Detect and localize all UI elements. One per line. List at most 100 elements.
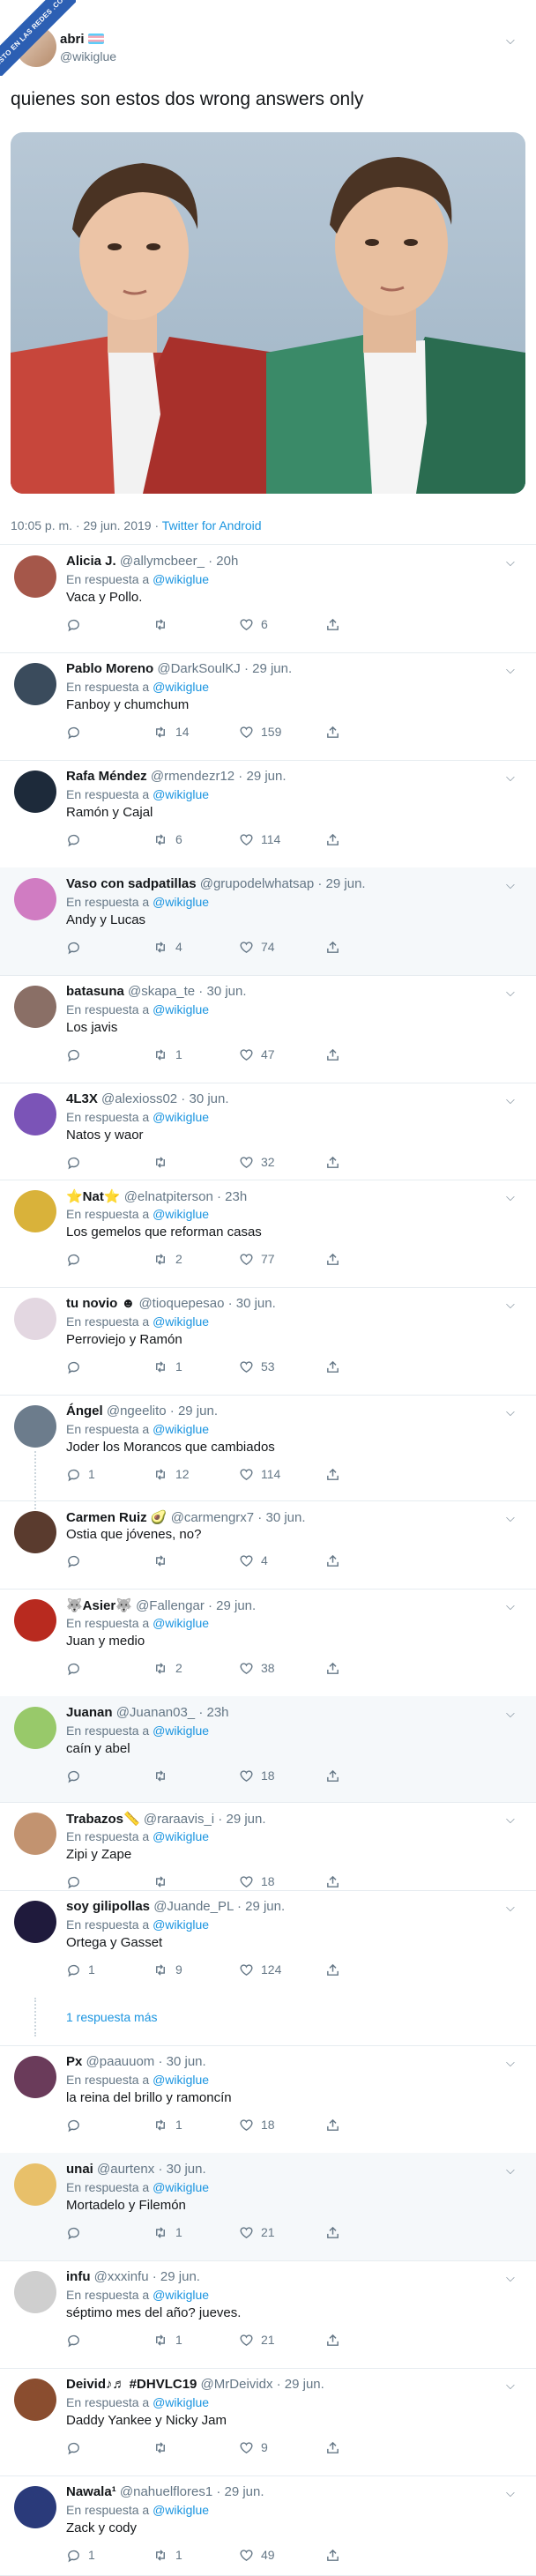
reply-author-name[interactable]: Vaso con sadpatillas: [66, 876, 197, 891]
replying-to-link[interactable]: @wikiglue: [153, 680, 209, 694]
reply-time[interactable]: · 29 jun.: [167, 1403, 218, 1418]
reply-button[interactable]: [66, 2331, 81, 2349]
chevron-down-icon[interactable]: ⌵: [506, 1298, 515, 1312]
reply-author-name[interactable]: 🐺Asier🐺: [66, 1598, 132, 1613]
chevron-down-icon[interactable]: ⌵: [506, 2163, 515, 2178]
replying-to-link[interactable]: @wikiglue: [153, 1616, 209, 1630]
chevron-down-icon[interactable]: ⌵: [506, 1190, 515, 1204]
reply-time[interactable]: · 30 jun.: [195, 984, 246, 999]
chevron-down-icon[interactable]: ⌵: [506, 986, 515, 1000]
reply-button[interactable]: [66, 723, 81, 741]
share-button[interactable]: [325, 2116, 340, 2133]
reply-button[interactable]: 1: [66, 1961, 95, 1978]
source-link[interactable]: Twitter for Android: [162, 518, 262, 532]
reply-author-handle[interactable]: @grupodelwhatsap: [200, 876, 314, 891]
avatar[interactable]: [14, 2056, 56, 2098]
retweet-button[interactable]: [153, 1767, 168, 1784]
avatar[interactable]: [14, 771, 56, 813]
avatar[interactable]: [14, 1190, 56, 1232]
reply-tweet[interactable]: Nawala¹ @nahuelflores1 · 29 jun. ⌵ En re…: [0, 2475, 536, 2575]
reply-time[interactable]: · 30 jun.: [254, 1510, 305, 1525]
reply-tweet[interactable]: Px @paauuom · 30 jun. ⌵ En respuesta a @…: [0, 2045, 536, 2153]
reply-button[interactable]: [66, 615, 81, 633]
retweet-button[interactable]: 14: [153, 723, 190, 741]
avatar[interactable]: [14, 1405, 56, 1448]
replying-to-link[interactable]: @wikiglue: [153, 1207, 209, 1221]
replying-to-link[interactable]: @wikiglue: [153, 2395, 209, 2409]
avatar[interactable]: [14, 1599, 56, 1642]
reply-tweet[interactable]: Juanan @Juanan03_ · 23h ⌵ En respuesta a…: [0, 1696, 536, 1802]
reply-time[interactable]: · 29 jun.: [234, 769, 286, 784]
share-button[interactable]: [325, 2331, 340, 2349]
retweet-button[interactable]: 1: [153, 2116, 182, 2133]
retweet-button[interactable]: 1: [153, 2546, 182, 2564]
reply-author-handle[interactable]: @alexioss02: [101, 1091, 177, 1106]
reply-button[interactable]: [66, 1767, 81, 1784]
like-button[interactable]: 21: [239, 2223, 275, 2241]
replying-to-link[interactable]: @wikiglue: [153, 2288, 209, 2302]
share-button[interactable]: [325, 1961, 340, 1978]
chevron-down-icon[interactable]: ⌵: [506, 34, 515, 48]
reply-author-name[interactable]: Juanan: [66, 1705, 113, 1720]
share-button[interactable]: [325, 1659, 340, 1677]
reply-author-name[interactable]: soy gilipollas: [66, 1899, 150, 1914]
like-button[interactable]: 18: [239, 1872, 275, 1890]
replying-to-link[interactable]: @wikiglue: [153, 2503, 209, 2517]
avatar[interactable]: [14, 2486, 56, 2528]
reply-tweet[interactable]: Alicia J. @allymcbeer_ · 20h ⌵ En respue…: [0, 545, 536, 652]
reply-time[interactable]: · 29 jun.: [241, 661, 292, 676]
avatar[interactable]: [14, 663, 56, 705]
replying-to-link[interactable]: @wikiglue: [153, 1829, 209, 1843]
reply-tweet[interactable]: 4L3X @alexioss02 · 30 jun. ⌵ En respuest…: [0, 1083, 536, 1180]
like-button[interactable]: 49: [239, 2546, 275, 2564]
share-button[interactable]: [325, 938, 340, 956]
reply-time[interactable]: · 29 jun.: [314, 876, 365, 891]
reply-time[interactable]: · 29 jun.: [212, 2484, 264, 2499]
reply-author-name[interactable]: Nawala¹: [66, 2484, 116, 2499]
replying-to-link[interactable]: @wikiglue: [153, 572, 209, 586]
avatar[interactable]: [14, 2271, 56, 2313]
reply-author-handle[interactable]: @MrDeividx: [201, 2377, 273, 2392]
reply-time[interactable]: · 29 jun.: [205, 1598, 256, 1613]
reply-tweet[interactable]: Ángel @ngeelito · 29 jun. ⌵ En respuesta…: [0, 1395, 536, 1509]
reply-button[interactable]: [66, 2223, 81, 2241]
chevron-down-icon[interactable]: ⌵: [506, 1707, 515, 1721]
show-more-replies-link[interactable]: 1 respuesta más: [66, 2010, 158, 2024]
reply-tweet[interactable]: Pablo Moreno @DarkSoulKJ · 29 jun. ⌵ En …: [0, 652, 536, 760]
reply-author-handle[interactable]: @allymcbeer_: [120, 554, 205, 569]
avatar[interactable]: [14, 986, 56, 1028]
share-button[interactable]: [325, 723, 340, 741]
reply-button[interactable]: [66, 938, 81, 956]
retweet-button[interactable]: [153, 615, 168, 633]
avatar[interactable]: [14, 1093, 56, 1135]
reply-author-name[interactable]: batasuna: [66, 984, 124, 999]
avatar[interactable]: [14, 1813, 56, 1855]
reply-author-name[interactable]: Px: [66, 2054, 82, 2069]
reply-author-handle[interactable]: @tioquepesao: [138, 1296, 224, 1311]
reply-author-handle[interactable]: @raraavis_i: [144, 1812, 214, 1827]
reply-tweet[interactable]: infu @xxxinfu · 29 jun. ⌵ En respuesta a…: [0, 2260, 536, 2368]
reply-time[interactable]: · 20h: [205, 554, 238, 569]
retweet-button[interactable]: 1: [153, 1358, 182, 1375]
retweet-button[interactable]: [153, 1153, 168, 1171]
chevron-down-icon[interactable]: ⌵: [506, 878, 515, 892]
share-button[interactable]: [325, 1465, 340, 1483]
reply-tweet[interactable]: ⭐Nat⭐ @elnatpiterson · 23h ⌵ En respuest…: [0, 1180, 536, 1287]
avatar[interactable]: [14, 1707, 56, 1749]
like-button[interactable]: 53: [239, 1358, 275, 1375]
like-button[interactable]: 18: [239, 1767, 275, 1784]
retweet-button[interactable]: [153, 1552, 168, 1569]
reply-time[interactable]: · 29 jun.: [214, 1812, 265, 1827]
chevron-down-icon[interactable]: ⌵: [506, 2486, 515, 2500]
like-button[interactable]: 159: [239, 723, 281, 741]
reply-author-name[interactable]: Deivid♪♬ #DHVLC19: [66, 2377, 197, 2392]
retweet-button[interactable]: [153, 1872, 168, 1890]
chevron-down-icon[interactable]: ⌵: [506, 1511, 515, 1525]
chevron-down-icon[interactable]: ⌵: [506, 1405, 515, 1419]
like-button[interactable]: 9: [239, 2438, 268, 2456]
reply-button[interactable]: [66, 1552, 81, 1569]
chevron-down-icon[interactable]: ⌵: [506, 1599, 515, 1613]
like-button[interactable]: 32: [239, 1153, 275, 1171]
share-button[interactable]: [325, 615, 340, 633]
retweet-button[interactable]: 9: [153, 1961, 182, 1978]
